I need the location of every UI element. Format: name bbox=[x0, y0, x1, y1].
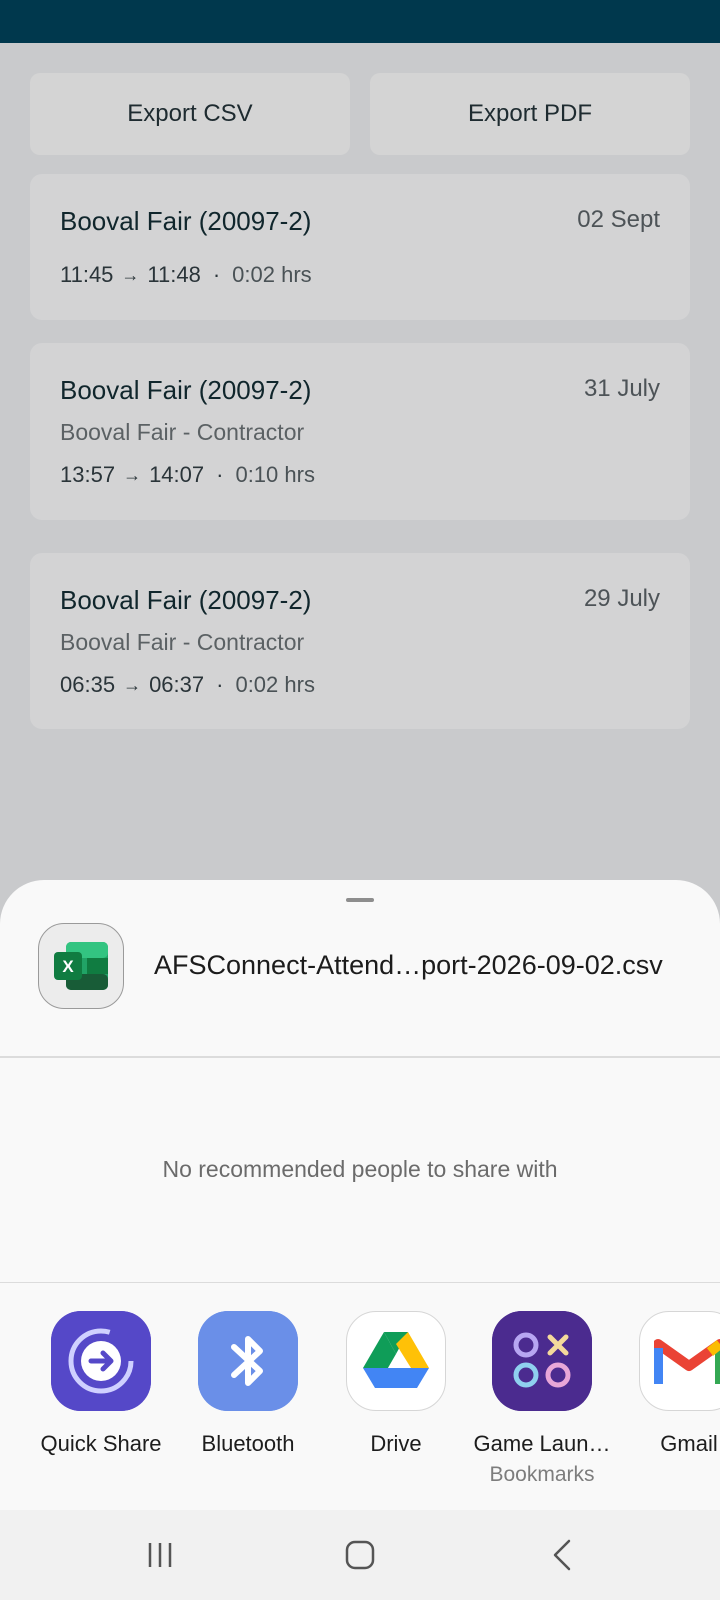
bluetooth-icon bbox=[198, 1311, 298, 1411]
drag-handle[interactable] bbox=[346, 898, 374, 902]
time-range: 13:57 → 14:07 · 0:10 hrs bbox=[60, 462, 315, 488]
no-recommendations-text: No recommended people to share with bbox=[162, 1156, 558, 1182]
share-apps-row[interactable]: Quick Share Bluetooth Drive Game Laun… B… bbox=[0, 1283, 720, 1510]
separator-dot: · bbox=[216, 462, 224, 487]
svg-text:X: X bbox=[62, 957, 74, 976]
system-navigation-bar bbox=[0, 1510, 720, 1600]
separator-dot: · bbox=[216, 672, 224, 697]
share-target-gmail[interactable]: Gmail bbox=[614, 1311, 720, 1457]
time-range: 11:45 → 11:48 · 0:02 hrs bbox=[60, 262, 312, 288]
app-label: Gmail bbox=[660, 1431, 718, 1456]
record-date: 31 July bbox=[583, 375, 660, 402]
site-title: Booval Fair (20097-2) bbox=[60, 206, 312, 236]
role-subtitle: Booval Fair - Contractor bbox=[60, 419, 305, 445]
arrow-right-icon: → bbox=[121, 264, 140, 285]
end-time: 14:07 bbox=[149, 462, 205, 487]
app-label: Game Laun… bbox=[473, 1431, 611, 1456]
start-time: 11:45 bbox=[60, 262, 114, 287]
end-time: 11:48 bbox=[147, 262, 201, 287]
arrow-right-icon: → bbox=[123, 674, 142, 695]
site-title: Booval Fair (20097-2) bbox=[60, 375, 312, 405]
record-date: 29 July bbox=[583, 585, 660, 612]
duration: 0:02 hrs bbox=[235, 672, 315, 697]
start-time: 13:57 bbox=[60, 462, 116, 487]
game-launcher-icon bbox=[492, 1311, 592, 1411]
drive-icon bbox=[346, 1311, 446, 1411]
shared-file-name: AFSConnect-Attend…port-2026-09-02.csv bbox=[154, 950, 663, 980]
time-range: 06:35 → 06:37 · 0:02 hrs bbox=[60, 672, 315, 698]
share-target-quick-share[interactable]: Quick Share bbox=[26, 1311, 176, 1457]
quick-share-icon bbox=[51, 1311, 151, 1411]
end-time: 06:37 bbox=[149, 672, 205, 697]
export-csv-button[interactable]: Export CSV bbox=[30, 73, 350, 155]
share-target-bluetooth[interactable]: Bluetooth bbox=[173, 1311, 323, 1457]
arrow-right-icon: → bbox=[123, 464, 142, 485]
attendance-card[interactable]: Booval Fair (20097-2) 29 July Booval Fai… bbox=[30, 553, 690, 729]
site-title: Booval Fair (20097-2) bbox=[60, 585, 312, 615]
duration: 0:10 hrs bbox=[235, 462, 315, 487]
gmail-icon bbox=[639, 1311, 720, 1411]
attendance-card[interactable]: Booval Fair (20097-2) 31 July Booval Fai… bbox=[30, 343, 690, 520]
app-label: Quick Share bbox=[40, 1431, 162, 1456]
separator-dot: · bbox=[212, 262, 221, 287]
share-target-game-launcher[interactable]: Game Laun… Bookmarks bbox=[467, 1311, 617, 1487]
share-sheet: X AFSConnect-Attend…port-2026-09-02.csv … bbox=[0, 880, 720, 1510]
duration: 0:02 hrs bbox=[232, 262, 312, 287]
record-date: 02 Sept bbox=[577, 206, 660, 233]
app-sublabel: Bookmarks bbox=[489, 1463, 595, 1486]
divider bbox=[0, 1056, 720, 1058]
recents-icon[interactable] bbox=[130, 1530, 190, 1580]
back-icon[interactable] bbox=[532, 1530, 592, 1580]
export-pdf-button[interactable]: Export PDF bbox=[370, 73, 690, 155]
attendance-card[interactable]: Booval Fair (20097-2) 02 Sept 11:45 → 11… bbox=[30, 174, 690, 320]
share-target-drive[interactable]: Drive bbox=[321, 1311, 471, 1457]
excel-file-icon: X bbox=[38, 923, 124, 1009]
app-header-bar bbox=[0, 0, 720, 43]
start-time: 06:35 bbox=[60, 672, 116, 697]
home-icon[interactable] bbox=[330, 1530, 390, 1580]
app-label: Drive bbox=[370, 1431, 422, 1456]
role-subtitle: Booval Fair - Contractor bbox=[60, 629, 305, 655]
app-label: Bluetooth bbox=[201, 1431, 295, 1456]
